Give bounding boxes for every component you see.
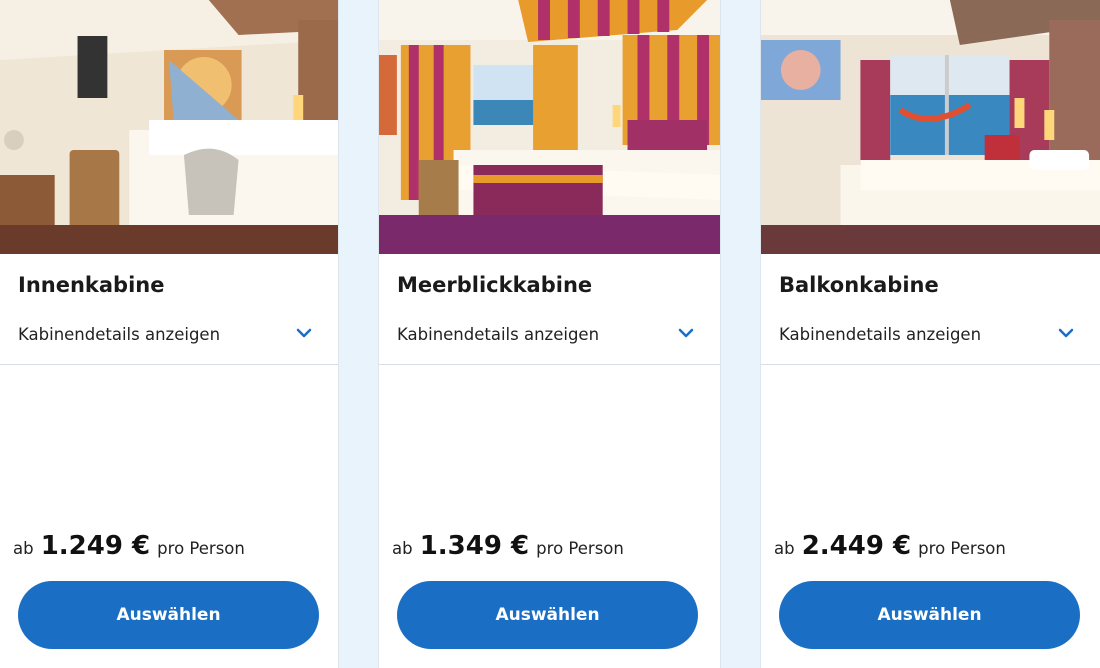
price-suffix: pro Person bbox=[536, 539, 624, 558]
select-ocean-view-cabin-button[interactable]: Auswählen bbox=[397, 581, 698, 649]
price-amount: 1.349 € bbox=[419, 531, 530, 561]
price-prefix: ab bbox=[392, 539, 413, 558]
ocean-view-cabin-photo bbox=[379, 0, 720, 254]
cabin-price: ab 2.449 € pro Person bbox=[774, 531, 1006, 561]
price-amount: 2.449 € bbox=[801, 531, 912, 561]
cabin-card-balcony: Balkonkabine Kabinendetails anzeigen ab … bbox=[760, 0, 1100, 668]
price-prefix: ab bbox=[774, 539, 795, 558]
cabin-details-toggle[interactable]: Kabinendetails anzeigen bbox=[761, 306, 1100, 365]
cabin-details-label: Kabinendetails anzeigen bbox=[779, 325, 982, 344]
chevron-down-icon bbox=[1058, 328, 1074, 338]
cabin-details-label: Kabinendetails anzeigen bbox=[397, 325, 600, 344]
cabin-title: Meerblickkabine bbox=[397, 273, 593, 297]
cabin-card-ocean-view: Meerblickkabine Kabinendetails anzeigen … bbox=[378, 0, 721, 668]
price-amount: 1.249 € bbox=[40, 531, 151, 561]
select-inside-cabin-button[interactable]: Auswählen bbox=[18, 581, 319, 649]
cabin-price: ab 1.349 € pro Person bbox=[392, 531, 624, 561]
cabin-title: Balkonkabine bbox=[779, 273, 939, 297]
cabin-details-label: Kabinendetails anzeigen bbox=[18, 325, 221, 344]
balcony-cabin-photo bbox=[761, 0, 1100, 254]
price-suffix: pro Person bbox=[157, 539, 245, 558]
chevron-down-icon bbox=[296, 328, 312, 338]
cabin-card-inside: Innenkabine Kabinendetails anzeigen ab 1… bbox=[0, 0, 339, 668]
cabin-price: ab 1.249 € pro Person bbox=[13, 531, 245, 561]
chevron-down-icon bbox=[678, 328, 694, 338]
cabin-details-toggle[interactable]: Kabinendetails anzeigen bbox=[379, 306, 720, 365]
inside-cabin-photo bbox=[0, 0, 338, 254]
select-balcony-cabin-button[interactable]: Auswählen bbox=[779, 581, 1080, 649]
cabin-details-toggle[interactable]: Kabinendetails anzeigen bbox=[0, 306, 338, 365]
price-prefix: ab bbox=[13, 539, 34, 558]
price-suffix: pro Person bbox=[918, 539, 1006, 558]
cabin-title: Innenkabine bbox=[18, 273, 165, 297]
